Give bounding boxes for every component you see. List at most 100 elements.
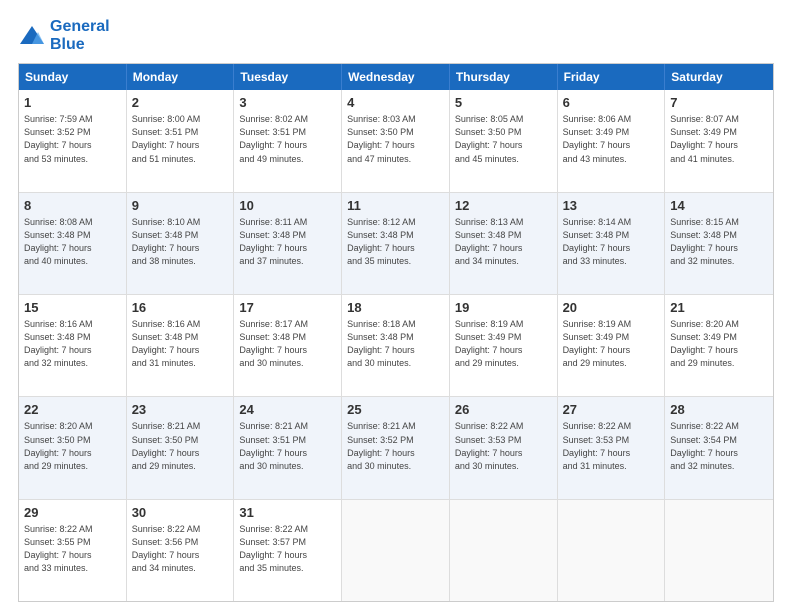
day-number: 3 — [239, 94, 336, 112]
calendar-cell: 3Sunrise: 8:02 AMSunset: 3:51 PMDaylight… — [234, 90, 342, 191]
cell-info: Sunrise: 8:22 AMSunset: 3:54 PMDaylight:… — [670, 420, 768, 472]
header-friday: Friday — [558, 64, 666, 90]
day-number: 16 — [132, 299, 229, 317]
day-number: 28 — [670, 401, 768, 419]
calendar-row: 8Sunrise: 8:08 AMSunset: 3:48 PMDaylight… — [19, 192, 773, 294]
cell-info: Sunrise: 8:22 AMSunset: 3:57 PMDaylight:… — [239, 523, 336, 575]
day-number: 12 — [455, 197, 552, 215]
day-number: 7 — [670, 94, 768, 112]
day-number: 23 — [132, 401, 229, 419]
cell-info: Sunrise: 8:22 AMSunset: 3:53 PMDaylight:… — [455, 420, 552, 472]
cell-info: Sunrise: 8:08 AMSunset: 3:48 PMDaylight:… — [24, 216, 121, 268]
calendar-row: 1Sunrise: 7:59 AMSunset: 3:52 PMDaylight… — [19, 90, 773, 191]
cell-info: Sunrise: 8:20 AMSunset: 3:49 PMDaylight:… — [670, 318, 768, 370]
calendar-body: 1Sunrise: 7:59 AMSunset: 3:52 PMDaylight… — [19, 90, 773, 601]
calendar-cell: 6Sunrise: 8:06 AMSunset: 3:49 PMDaylight… — [558, 90, 666, 191]
calendar-cell: 21Sunrise: 8:20 AMSunset: 3:49 PMDayligh… — [665, 295, 773, 396]
cell-info: Sunrise: 8:02 AMSunset: 3:51 PMDaylight:… — [239, 113, 336, 165]
day-number: 29 — [24, 504, 121, 522]
calendar-cell: 4Sunrise: 8:03 AMSunset: 3:50 PMDaylight… — [342, 90, 450, 191]
calendar-cell: 27Sunrise: 8:22 AMSunset: 3:53 PMDayligh… — [558, 397, 666, 498]
header-saturday: Saturday — [665, 64, 773, 90]
cell-info: Sunrise: 8:12 AMSunset: 3:48 PMDaylight:… — [347, 216, 444, 268]
cell-info: Sunrise: 8:22 AMSunset: 3:53 PMDaylight:… — [563, 420, 660, 472]
cell-info: Sunrise: 7:59 AMSunset: 3:52 PMDaylight:… — [24, 113, 121, 165]
day-number: 21 — [670, 299, 768, 317]
cell-info: Sunrise: 8:21 AMSunset: 3:52 PMDaylight:… — [347, 420, 444, 472]
day-number: 18 — [347, 299, 444, 317]
cell-info: Sunrise: 8:14 AMSunset: 3:48 PMDaylight:… — [563, 216, 660, 268]
calendar-cell: 26Sunrise: 8:22 AMSunset: 3:53 PMDayligh… — [450, 397, 558, 498]
calendar-cell: 25Sunrise: 8:21 AMSunset: 3:52 PMDayligh… — [342, 397, 450, 498]
calendar-cell: 28Sunrise: 8:22 AMSunset: 3:54 PMDayligh… — [665, 397, 773, 498]
cell-info: Sunrise: 8:10 AMSunset: 3:48 PMDaylight:… — [132, 216, 229, 268]
calendar-cell: 17Sunrise: 8:17 AMSunset: 3:48 PMDayligh… — [234, 295, 342, 396]
calendar-cell: 10Sunrise: 8:11 AMSunset: 3:48 PMDayligh… — [234, 193, 342, 294]
day-number: 27 — [563, 401, 660, 419]
calendar-cell: 8Sunrise: 8:08 AMSunset: 3:48 PMDaylight… — [19, 193, 127, 294]
logo: General Blue — [18, 18, 110, 53]
day-number: 6 — [563, 94, 660, 112]
page: General Blue Sunday Monday Tuesday Wedne… — [0, 0, 792, 612]
calendar-cell: 16Sunrise: 8:16 AMSunset: 3:48 PMDayligh… — [127, 295, 235, 396]
calendar-cell: 9Sunrise: 8:10 AMSunset: 3:48 PMDaylight… — [127, 193, 235, 294]
header-sunday: Sunday — [19, 64, 127, 90]
day-number: 19 — [455, 299, 552, 317]
cell-info: Sunrise: 8:19 AMSunset: 3:49 PMDaylight:… — [563, 318, 660, 370]
day-number: 22 — [24, 401, 121, 419]
day-number: 11 — [347, 197, 444, 215]
calendar-cell: 22Sunrise: 8:20 AMSunset: 3:50 PMDayligh… — [19, 397, 127, 498]
cell-info: Sunrise: 8:16 AMSunset: 3:48 PMDaylight:… — [24, 318, 121, 370]
calendar-row: 29Sunrise: 8:22 AMSunset: 3:55 PMDayligh… — [19, 499, 773, 601]
cell-info: Sunrise: 8:06 AMSunset: 3:49 PMDaylight:… — [563, 113, 660, 165]
day-number: 20 — [563, 299, 660, 317]
calendar-cell: 13Sunrise: 8:14 AMSunset: 3:48 PMDayligh… — [558, 193, 666, 294]
day-number: 8 — [24, 197, 121, 215]
cell-info: Sunrise: 8:03 AMSunset: 3:50 PMDaylight:… — [347, 113, 444, 165]
calendar-cell: 24Sunrise: 8:21 AMSunset: 3:51 PMDayligh… — [234, 397, 342, 498]
cell-info: Sunrise: 8:20 AMSunset: 3:50 PMDaylight:… — [24, 420, 121, 472]
calendar-cell: 14Sunrise: 8:15 AMSunset: 3:48 PMDayligh… — [665, 193, 773, 294]
calendar-cell: 18Sunrise: 8:18 AMSunset: 3:48 PMDayligh… — [342, 295, 450, 396]
calendar-row: 22Sunrise: 8:20 AMSunset: 3:50 PMDayligh… — [19, 396, 773, 498]
header: General Blue — [18, 18, 774, 53]
cell-info: Sunrise: 8:15 AMSunset: 3:48 PMDaylight:… — [670, 216, 768, 268]
day-number: 4 — [347, 94, 444, 112]
day-number: 24 — [239, 401, 336, 419]
cell-info: Sunrise: 8:07 AMSunset: 3:49 PMDaylight:… — [670, 113, 768, 165]
header-wednesday: Wednesday — [342, 64, 450, 90]
cell-info: Sunrise: 8:13 AMSunset: 3:48 PMDaylight:… — [455, 216, 552, 268]
day-number: 5 — [455, 94, 552, 112]
calendar-cell: 12Sunrise: 8:13 AMSunset: 3:48 PMDayligh… — [450, 193, 558, 294]
calendar-header: Sunday Monday Tuesday Wednesday Thursday… — [19, 64, 773, 90]
cell-info: Sunrise: 8:05 AMSunset: 3:50 PMDaylight:… — [455, 113, 552, 165]
logo-icon — [18, 22, 46, 50]
calendar-cell: 7Sunrise: 8:07 AMSunset: 3:49 PMDaylight… — [665, 90, 773, 191]
calendar-cell: 30Sunrise: 8:22 AMSunset: 3:56 PMDayligh… — [127, 500, 235, 601]
cell-info: Sunrise: 8:18 AMSunset: 3:48 PMDaylight:… — [347, 318, 444, 370]
empty-cell — [342, 500, 450, 601]
calendar: Sunday Monday Tuesday Wednesday Thursday… — [18, 63, 774, 602]
calendar-cell: 2Sunrise: 8:00 AMSunset: 3:51 PMDaylight… — [127, 90, 235, 191]
calendar-cell: 23Sunrise: 8:21 AMSunset: 3:50 PMDayligh… — [127, 397, 235, 498]
header-monday: Monday — [127, 64, 235, 90]
cell-info: Sunrise: 8:21 AMSunset: 3:51 PMDaylight:… — [239, 420, 336, 472]
cell-info: Sunrise: 8:16 AMSunset: 3:48 PMDaylight:… — [132, 318, 229, 370]
day-number: 30 — [132, 504, 229, 522]
logo-text: General Blue — [50, 18, 110, 53]
day-number: 31 — [239, 504, 336, 522]
calendar-cell: 29Sunrise: 8:22 AMSunset: 3:55 PMDayligh… — [19, 500, 127, 601]
day-number: 9 — [132, 197, 229, 215]
calendar-cell: 11Sunrise: 8:12 AMSunset: 3:48 PMDayligh… — [342, 193, 450, 294]
calendar-cell: 5Sunrise: 8:05 AMSunset: 3:50 PMDaylight… — [450, 90, 558, 191]
cell-info: Sunrise: 8:11 AMSunset: 3:48 PMDaylight:… — [239, 216, 336, 268]
day-number: 13 — [563, 197, 660, 215]
empty-cell — [450, 500, 558, 601]
day-number: 1 — [24, 94, 121, 112]
cell-info: Sunrise: 8:22 AMSunset: 3:55 PMDaylight:… — [24, 523, 121, 575]
header-tuesday: Tuesday — [234, 64, 342, 90]
header-thursday: Thursday — [450, 64, 558, 90]
empty-cell — [665, 500, 773, 601]
calendar-cell: 19Sunrise: 8:19 AMSunset: 3:49 PMDayligh… — [450, 295, 558, 396]
empty-cell — [558, 500, 666, 601]
